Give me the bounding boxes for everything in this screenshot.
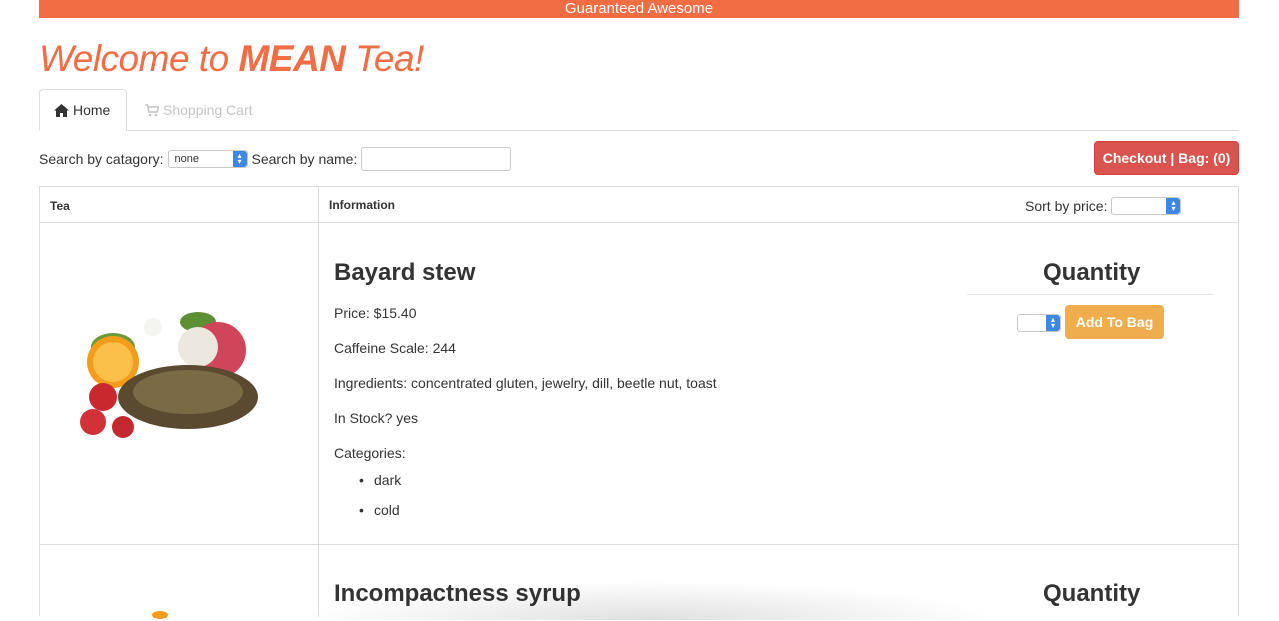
category-list: dark cold [353, 472, 401, 532]
column-divider [318, 187, 319, 617]
quantity-heading: Quantity [1043, 580, 1141, 607]
title-brand: MEAN [238, 38, 346, 79]
name-search-label: Search by name: [251, 151, 358, 167]
category-select-value: none [174, 153, 199, 165]
title-suffix: Tea! [345, 38, 424, 79]
title-prefix: Welcome to [39, 38, 239, 79]
tea-product-image [80, 312, 258, 438]
tab-home-label: Home [73, 102, 111, 118]
nav-tabs: Home Shopping Cart [39, 89, 1239, 131]
sort-by-price: Sort by price: ▴ ▾ [1025, 197, 1182, 215]
select-arrows-icon: ▴ ▾ [1046, 315, 1060, 331]
sort-select[interactable]: ▴ ▾ [1111, 197, 1182, 215]
tab-shopping-cart[interactable]: Shopping Cart [131, 89, 267, 131]
tab-home[interactable]: Home [39, 89, 127, 131]
product-categories-label: Categories: [334, 445, 406, 461]
top-banner: Guaranteed Awesome [39, 0, 1239, 18]
category-search-label: Search by catagory: [39, 151, 164, 167]
sort-label: Sort by price: [1025, 198, 1108, 214]
page-title: Welcome to MEAN Tea! [39, 38, 424, 80]
product-caffeine: Caffeine Scale: 244 [334, 340, 456, 356]
product-price: Price: $15.40 [334, 305, 417, 321]
product-name: Bayard stew [334, 259, 476, 286]
table-header: Tea Information Sort by price: ▴ ▾ [40, 187, 1238, 223]
tea-product-image [152, 611, 168, 619]
column-header-tea: Tea [50, 199, 70, 213]
select-arrows-icon: ▴ ▾ [232, 151, 247, 167]
product-name: Incompactness syrup [334, 580, 581, 607]
select-arrows-icon: ▴ ▾ [1166, 198, 1181, 214]
search-bar: Search by catagory: none ▴ ▾ Search by na… [39, 147, 512, 171]
add-to-bag-button[interactable]: Add To Bag [1065, 305, 1164, 339]
row-divider [40, 544, 1238, 545]
category-item: cold [353, 502, 401, 532]
name-search-input[interactable] [361, 147, 512, 171]
category-item: dark [353, 472, 401, 502]
tab-cart-label: Shopping Cart [163, 102, 253, 118]
checkout-button[interactable]: Checkout | Bag: (0) [1094, 141, 1239, 175]
cart-icon [145, 103, 159, 116]
quantity-divider [967, 294, 1213, 295]
product-ingredients: Ingredients: concentrated gluten, jewelr… [334, 375, 717, 391]
tea-table: Tea Information Sort by price: ▴ ▾ Bayard… [39, 186, 1239, 619]
home-icon [54, 103, 69, 117]
column-header-information: Information [329, 198, 395, 212]
category-select[interactable]: none ▴ ▾ [167, 150, 248, 168]
product-stock: In Stock? yes [334, 410, 419, 426]
quantity-heading: Quantity [1043, 259, 1141, 286]
quantity-select[interactable]: ▴ ▾ [1017, 314, 1061, 332]
